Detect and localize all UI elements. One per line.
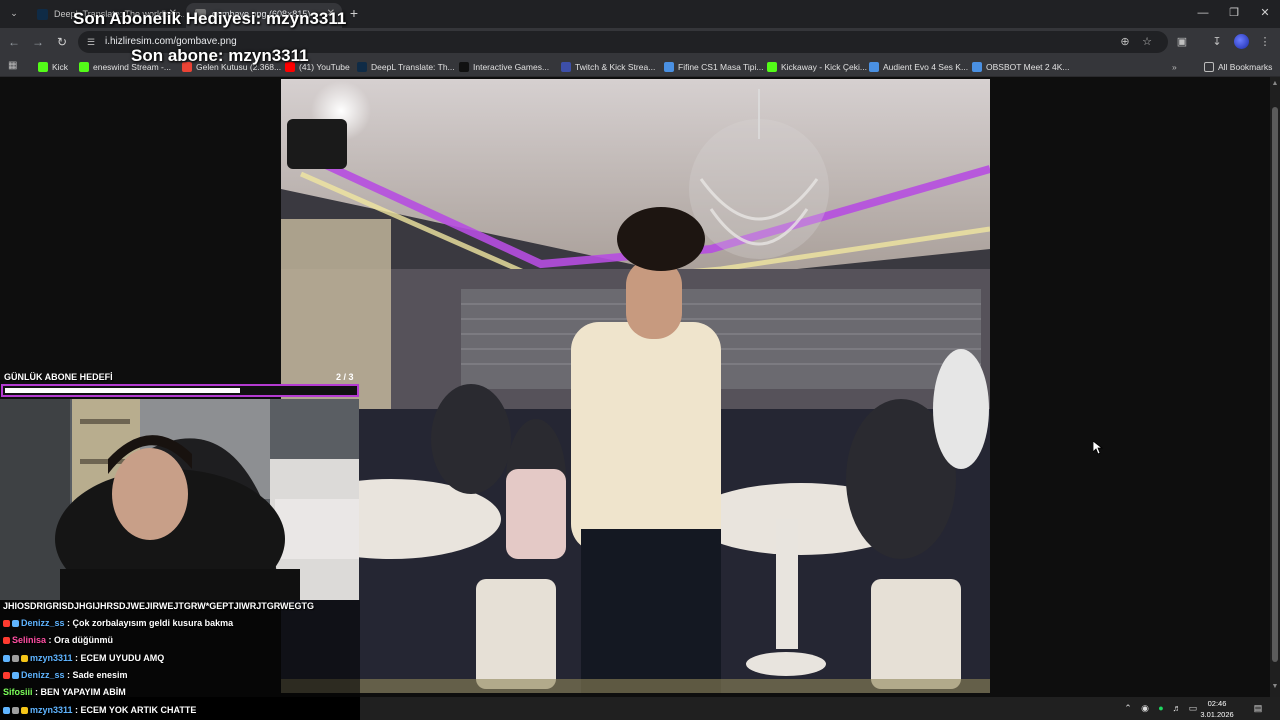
- forward-icon[interactable]: →: [29, 33, 47, 51]
- badge-icon: [21, 707, 28, 714]
- tray-chevron-icon[interactable]: ⌃: [1122, 702, 1134, 714]
- restore-icon[interactable]: ❐: [1219, 4, 1249, 22]
- sub-goal-fill: [5, 388, 240, 393]
- bookmark-twitch-kick[interactable]: Twitch & Kick Strea...: [561, 59, 655, 75]
- zoom-icon[interactable]: ⊕: [1118, 35, 1132, 49]
- badge-icon: [3, 707, 10, 714]
- chat-message: Sifosiii : BEN YAPAYIM ABİM: [3, 687, 126, 697]
- badge-icon: [3, 655, 10, 662]
- sub-goal-count: 2 / 3: [336, 372, 354, 382]
- bookmark-deepl[interactable]: DeepL Translate: Th...: [357, 59, 455, 75]
- chat-message: Denizz_ss : Sade enesim: [3, 667, 128, 683]
- deepl-icon: [357, 62, 367, 72]
- chat-username: Denizz_ss: [21, 618, 65, 628]
- badge-icon: [3, 672, 10, 679]
- minimize-icon[interactable]: —: [1188, 4, 1218, 22]
- chat-username: Selinisa: [12, 635, 47, 645]
- apps-grid-icon[interactable]: ▦: [8, 60, 20, 72]
- bookmark-kickaway[interactable]: Kickaway - Kick Çeki...: [767, 59, 867, 75]
- bookmarks-overflow-icon[interactable]: »: [1172, 59, 1177, 75]
- scroll-thumb[interactable]: [1272, 107, 1278, 662]
- clock-time: 02:46: [1207, 699, 1227, 708]
- bookmark-interactive-games[interactable]: Interactive Games...: [459, 59, 549, 75]
- chat-username: mzyn3311: [30, 705, 73, 715]
- extensions-icon[interactable]: ▣: [1174, 34, 1190, 50]
- spotify-icon[interactable]: ●: [1155, 702, 1167, 714]
- chat-username: Denizz_ss: [21, 670, 65, 680]
- gift-sub-alert: Son Abonelik Hediyesi: mzyn3311: [73, 9, 347, 28]
- last-sub-alert: Son abone: mzyn3311: [131, 46, 309, 65]
- all-bookmarks[interactable]: All Bookmarks: [1204, 59, 1272, 75]
- chat-username: mzyn3311: [30, 653, 73, 663]
- check-icon: [664, 62, 674, 72]
- kickaway-icon: [767, 62, 777, 72]
- streamers-icon: [561, 62, 571, 72]
- badge-icon: [12, 672, 19, 679]
- folder-icon: [1204, 62, 1214, 72]
- chat-message: mzyn3311 : ECEM YOK ARTIK CHATTE: [3, 702, 196, 718]
- banquet-hall-photo: [281, 79, 990, 693]
- close-window-icon[interactable]: ✕: [1250, 4, 1280, 22]
- scroll-up-arrow-icon[interactable]: ▲: [1270, 79, 1280, 89]
- download-icon[interactable]: ↧: [1209, 34, 1225, 50]
- bookmark-audient[interactable]: Audient Evo 4 Ses K...: [869, 59, 968, 75]
- badge-icon: [12, 620, 19, 627]
- chat-username: Sifosiii: [3, 687, 33, 697]
- badge-icon: [3, 620, 10, 627]
- mouse-cursor-icon: [1093, 441, 1103, 455]
- chat-message: Selinisa : Ora düğünmü: [3, 632, 113, 648]
- webcam-feed: [0, 399, 359, 600]
- notifications-icon[interactable]: ▤: [1252, 702, 1264, 714]
- badge-icon: [21, 655, 28, 662]
- chat-message: Denizz_ss : Çok zorbalayısım geldi kusur…: [3, 615, 233, 631]
- windows-taskbar: ⌃ ◉ ● ♬ ▭ ▤: [360, 697, 1280, 720]
- bookmark-kick[interactable]: Kick: [38, 59, 68, 75]
- profile-avatar[interactable]: [1234, 34, 1249, 49]
- screen: ⌄ DeepL Translate: The world's m... ✕ go…: [0, 0, 1280, 720]
- sub-goal-bar: [1, 384, 359, 397]
- system-clock[interactable]: 02:46 3.01.2026: [1196, 697, 1238, 720]
- stream-chat: JHIOSDRIGRISDJHGIJHRSDJWEJIRWEJTGRW*GEPT…: [0, 600, 360, 720]
- badge-icon: [12, 655, 19, 662]
- new-tab-button[interactable]: +: [346, 4, 362, 22]
- bookmark-fifine[interactable]: Fifine CS1 Masa Tipi...: [664, 59, 764, 75]
- scroll-down-arrow-icon[interactable]: ▼: [1270, 682, 1280, 692]
- badge-icon: [12, 707, 19, 714]
- volume-icon[interactable]: ♬: [1171, 702, 1183, 714]
- webcam-image: [0, 399, 359, 600]
- kick-icon: [38, 62, 48, 72]
- discord-icon[interactable]: ◉: [1139, 702, 1151, 714]
- check-icon: [972, 62, 982, 72]
- site-info-icon[interactable]: ☰: [87, 36, 99, 48]
- bookmark-star-icon[interactable]: ☆: [1140, 35, 1154, 49]
- chat-message: mzyn3311 : ECEM UYUDU AMQ: [3, 650, 164, 666]
- tab-search-icon[interactable]: ⌄: [6, 5, 22, 21]
- back-icon[interactable]: ←: [5, 33, 23, 51]
- badge-icon: [3, 637, 10, 644]
- check-icon: [869, 62, 879, 72]
- reload-icon[interactable]: ↻: [53, 33, 71, 51]
- games-icon: [459, 62, 469, 72]
- sub-goal-label: GÜNLÜK ABONE HEDEFİ: [4, 372, 113, 382]
- displayed-photo: [281, 79, 990, 693]
- menu-icon[interactable]: ⋮: [1257, 34, 1273, 50]
- deepl-favicon-icon: [37, 9, 48, 20]
- clock-date: 3.01.2026: [1200, 710, 1234, 719]
- bookmark-obsbot[interactable]: OBSBOT Meet 2 4K...: [972, 59, 1069, 75]
- vertical-scrollbar[interactable]: ▲ ▼: [1270, 77, 1280, 697]
- kick-icon: [79, 62, 89, 72]
- chat-message: JHIOSDRIGRISDJHGIJHRSDJWEJIRWEJTGRW*GEPT…: [3, 601, 315, 611]
